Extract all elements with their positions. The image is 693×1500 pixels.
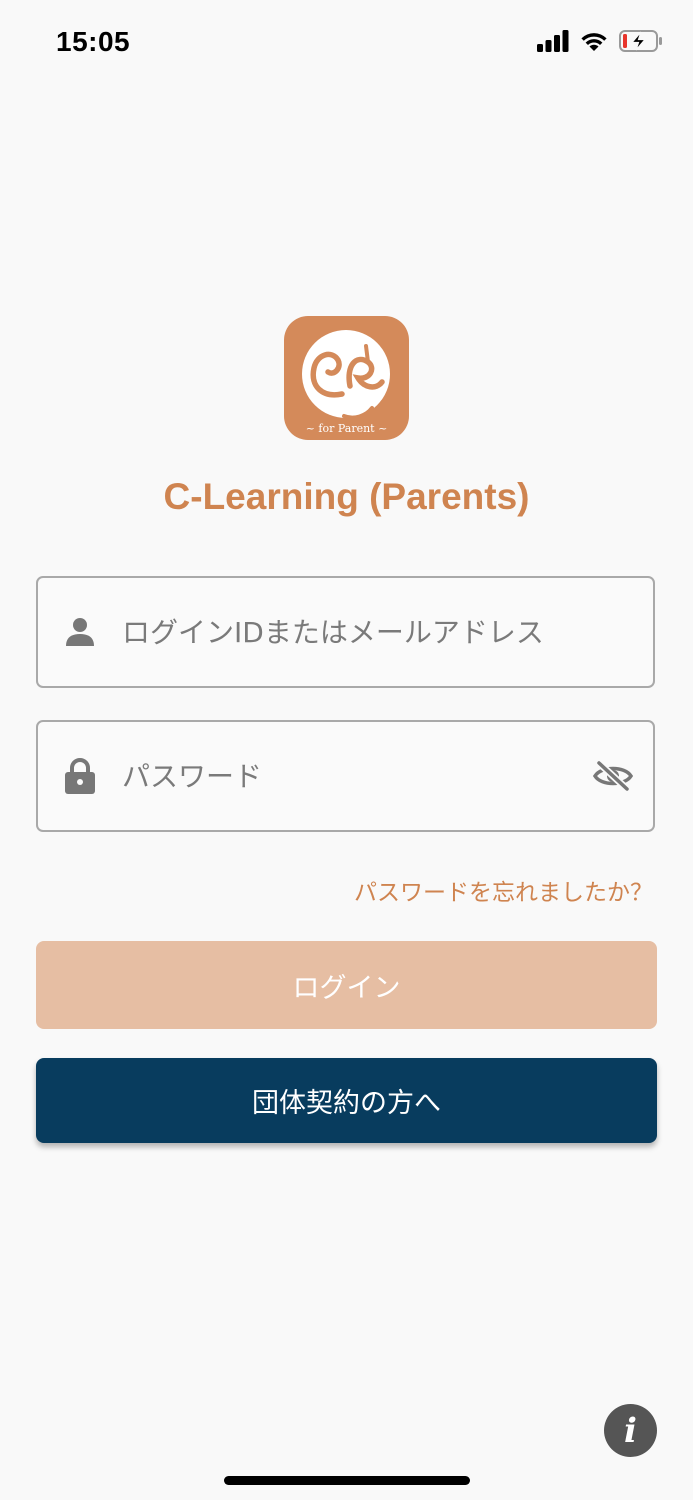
home-indicator[interactable] xyxy=(224,1476,470,1485)
wifi-icon xyxy=(579,30,609,56)
logo-caption: ~ for Parent ~ xyxy=(305,422,388,435)
lock-icon xyxy=(62,756,98,796)
status-time: 15:05 xyxy=(56,26,131,57)
app-title: C-Learning (Parents) xyxy=(163,476,530,517)
eye-off-icon[interactable] xyxy=(591,754,635,798)
status-icons xyxy=(537,30,663,56)
forgot-password-link[interactable]: パスワードを忘れましたか？ xyxy=(354,873,653,907)
password-field[interactable] xyxy=(36,720,655,832)
login-id-field[interactable] xyxy=(36,576,655,688)
cellular-signal-icon xyxy=(537,30,569,56)
password-input[interactable] xyxy=(122,722,582,830)
login-id-input[interactable] xyxy=(122,578,582,686)
battery-charging-icon xyxy=(619,30,663,56)
app-logo: ~ for Parent ~ xyxy=(284,316,409,440)
org-contract-button[interactable]: 団体契約の方へ xyxy=(36,1058,657,1143)
person-icon xyxy=(62,612,98,652)
login-button[interactable]: ログイン xyxy=(36,941,657,1029)
info-icon[interactable]: i xyxy=(604,1404,657,1457)
